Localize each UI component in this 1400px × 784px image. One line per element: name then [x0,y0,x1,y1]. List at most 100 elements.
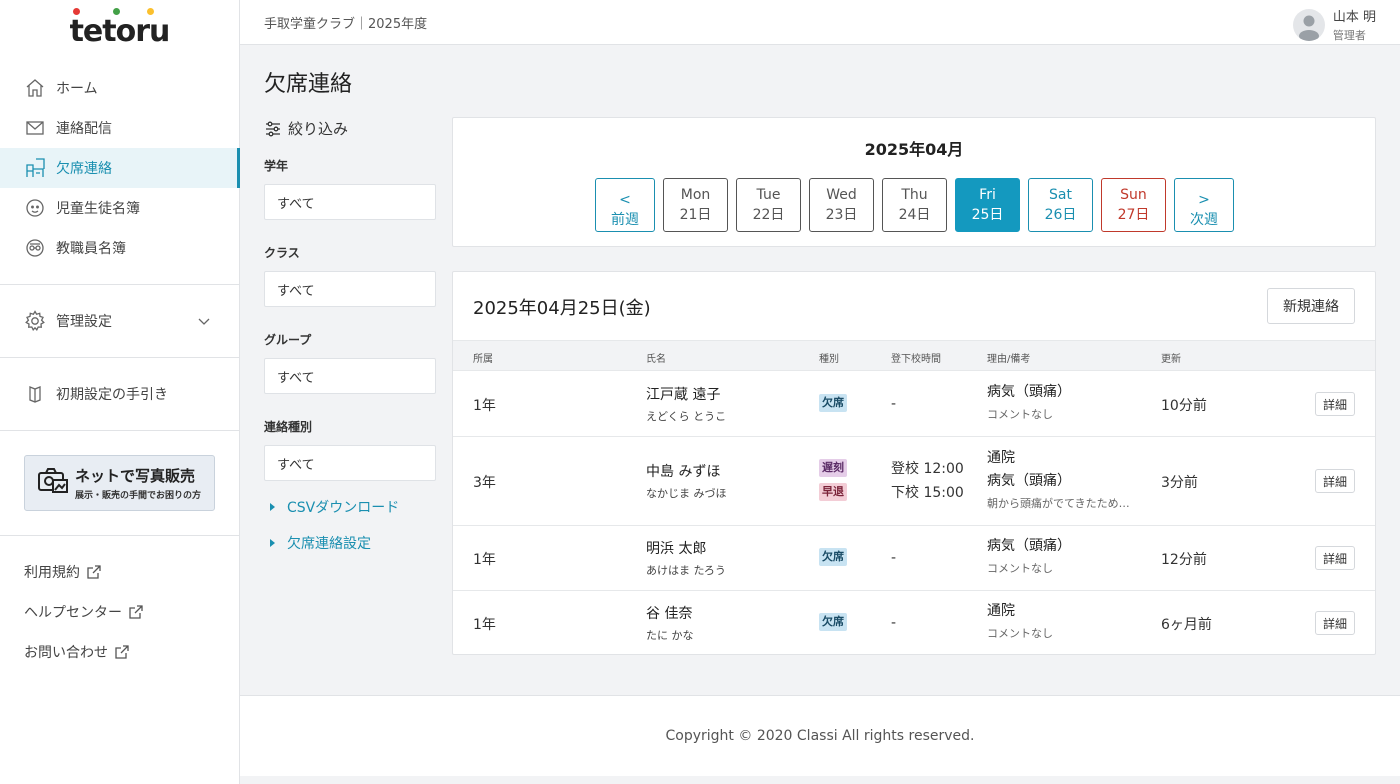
table-row[interactable]: 1年 明浜 太郎 あけはま たろう 欠席 - 病気（頭痛） コメントなし 12分… [453,526,1375,591]
detail-button[interactable]: 詳細 [1315,469,1355,493]
type-cell: 遅刻 早退 [819,459,847,501]
reason-text: 病気（頭痛） [987,538,1071,554]
detail-button[interactable]: 詳細 [1315,611,1355,635]
day-dow: Wed [826,187,857,203]
nav-home[interactable]: ホーム [0,68,239,108]
class-filter-select[interactable]: すべて [264,271,436,307]
contact-link[interactable]: お問い合わせ [0,632,239,672]
day-sun[interactable]: Sun 27日 [1101,178,1166,232]
student-name: 江戸蔵 遠子 [646,387,721,403]
footer-links: 利用規約 ヘルプセンター お問い合わせ [0,536,239,672]
day-fri-selected[interactable]: Fri 25日 [955,178,1020,232]
detail-button[interactable]: 詳細 [1315,392,1355,416]
day-thu[interactable]: Thu 24日 [882,178,947,232]
book-icon [24,383,46,405]
nav-staff[interactable]: 教職員名簿 [0,228,239,268]
organization-title: 手取学童クラブ｜2025年度 [264,16,428,32]
day-date: 22日 [752,207,785,223]
updated-cell: 6ヶ月前 [1161,617,1212,633]
nav-messages-label: 連絡配信 [56,121,112,137]
csv-download-link[interactable]: CSVダウンロード [264,489,436,525]
table-row[interactable]: 1年 谷 佳奈 たに かな 欠席 - 通院 コメントなし 6ヶ月前 詳細 [453,591,1375,655]
day-dow: Sat [1049,187,1072,203]
logo-dot-green [112,7,120,15]
guide-group: 初期設定の手引き [0,358,239,430]
contact-link-label: お問い合わせ [24,645,108,661]
day-selector: < 前週 Mon 21日 Tue 22日 Wed 23日 Thu 24日 Fri 25日 S… [595,178,1234,232]
user-menu[interactable]: 山本 明 管理者 [1292,6,1376,43]
promo-text: ネットで写真販売 展示・販売の手間でお困りの方 [75,465,201,501]
detail-button[interactable]: 詳細 [1315,546,1355,570]
reason-text: 通院 [987,450,1015,466]
departure-time: 下校 15:00 [891,485,964,501]
day-date: 25日 [971,207,1004,223]
external-link-icon [86,564,102,580]
contact-type-filter-select[interactable]: すべて [264,445,436,481]
day-dow: Sun [1120,187,1147,203]
reason-cell: 通院 病気（頭痛） 朝から頭痛がでてきたため… [987,447,1130,511]
terms-link[interactable]: 利用規約 [0,552,239,592]
staff-icon [24,237,46,259]
settings-group: 管理設定 [0,285,239,357]
next-week-button[interactable]: > 次週 [1174,178,1234,232]
day-sat[interactable]: Sat 26日 [1028,178,1093,232]
nav-students[interactable]: 児童生徒名簿 [0,188,239,228]
student-name: 明浜 太郎 [646,541,707,557]
col-time: 登下校時間 [891,354,941,365]
student-kana: えどくら とうこ [646,410,727,423]
day-tue[interactable]: Tue 22日 [736,178,801,232]
grade-filter-select[interactable]: すべて [264,184,436,220]
avatar [1292,8,1325,41]
row-name-cell: 谷 佳奈 たに かな [646,603,694,643]
prev-week-button[interactable]: < 前週 [595,178,655,232]
day-mon[interactable]: Mon 21日 [663,178,728,232]
new-contact-button[interactable]: 新規連絡 [1267,288,1355,324]
nav-setup-guide[interactable]: 初期設定の手引き [0,374,239,414]
updated-cell: 10分前 [1161,398,1207,414]
help-center-link[interactable]: ヘルプセンター [0,592,239,632]
day-dow: Mon [680,187,711,203]
status-badge: 欠席 [819,394,847,412]
col-type: 種別 [819,354,839,365]
logo-dot-yellow [146,7,154,15]
terms-link-label: 利用規約 [24,565,80,581]
csv-download-label: CSVダウンロード [287,500,400,516]
logo-label: tetoru [69,13,171,49]
prev-week-label: 前週 [611,212,639,228]
divider [0,430,239,431]
time-cell: - [891,396,897,412]
day-wed[interactable]: Wed 23日 [809,178,874,232]
day-dow: Fri [979,187,996,203]
student-kana: あけはま たろう [646,564,726,577]
filter-heading: 絞り込み [264,118,436,139]
logo[interactable]: tetoru [0,0,239,58]
table-row[interactable]: 3年 中島 みずほ なかじま みづほ 遅刻 早退 登校 12:00 下校 15:… [453,437,1375,526]
chevron-down-icon [197,314,211,332]
nav-absence[interactable]: 欠席連絡 [0,148,240,188]
group-filter-select[interactable]: すべて [264,358,436,394]
absence-list: 2025年04月25日(金) 新規連絡 所属 氏名 種別 登下校時間 理由/備考… [452,271,1376,655]
status-badge: 早退 [819,483,847,501]
logo-dot-red [72,7,80,15]
row-grade: 1年 [473,552,496,568]
absence-settings-link[interactable]: 欠席連絡設定 [264,525,436,561]
sidebar: tetoru ホーム 連絡配信 欠席連絡 児童生徒名簿 教職員名簿 管理設定 初… [0,0,240,784]
page-title: 欠席連絡 [264,72,353,97]
user-icon [1298,15,1319,41]
week-calendar: 2025年04月 < 前週 Mon 21日 Tue 22日 Wed 23日 Thu 24日… [452,117,1376,247]
filter-panel: 絞り込み 学年 すべて クラス すべて グループ すべて 連絡種別 すべて CS… [264,118,436,561]
contact-type-filter-label: 連絡種別 [264,420,313,434]
reason-text: 病気（頭痛） [987,473,1071,489]
group-filter-label: グループ [264,333,312,347]
reason-text: 病気（頭痛） [987,384,1071,400]
nav-admin-settings[interactable]: 管理設定 [0,301,239,341]
col-affiliation: 所属 [473,354,493,365]
student-name: 谷 佳奈 [646,606,693,622]
nav-messages[interactable]: 連絡配信 [0,108,239,148]
reason-cell: 病気（頭痛） コメントなし [987,381,1071,422]
reason-text: 通院 [987,603,1015,619]
photo-sales-banner[interactable]: ネットで写真販売 展示・販売の手間でお困りの方 [24,455,215,511]
table-row[interactable]: 1年 江戸蔵 遠子 えどくら とうこ 欠席 - 病気（頭痛） コメントなし 10… [453,372,1375,437]
user-name: 山本 明 [1332,10,1376,25]
reason-note: コメントなし [987,562,1053,575]
